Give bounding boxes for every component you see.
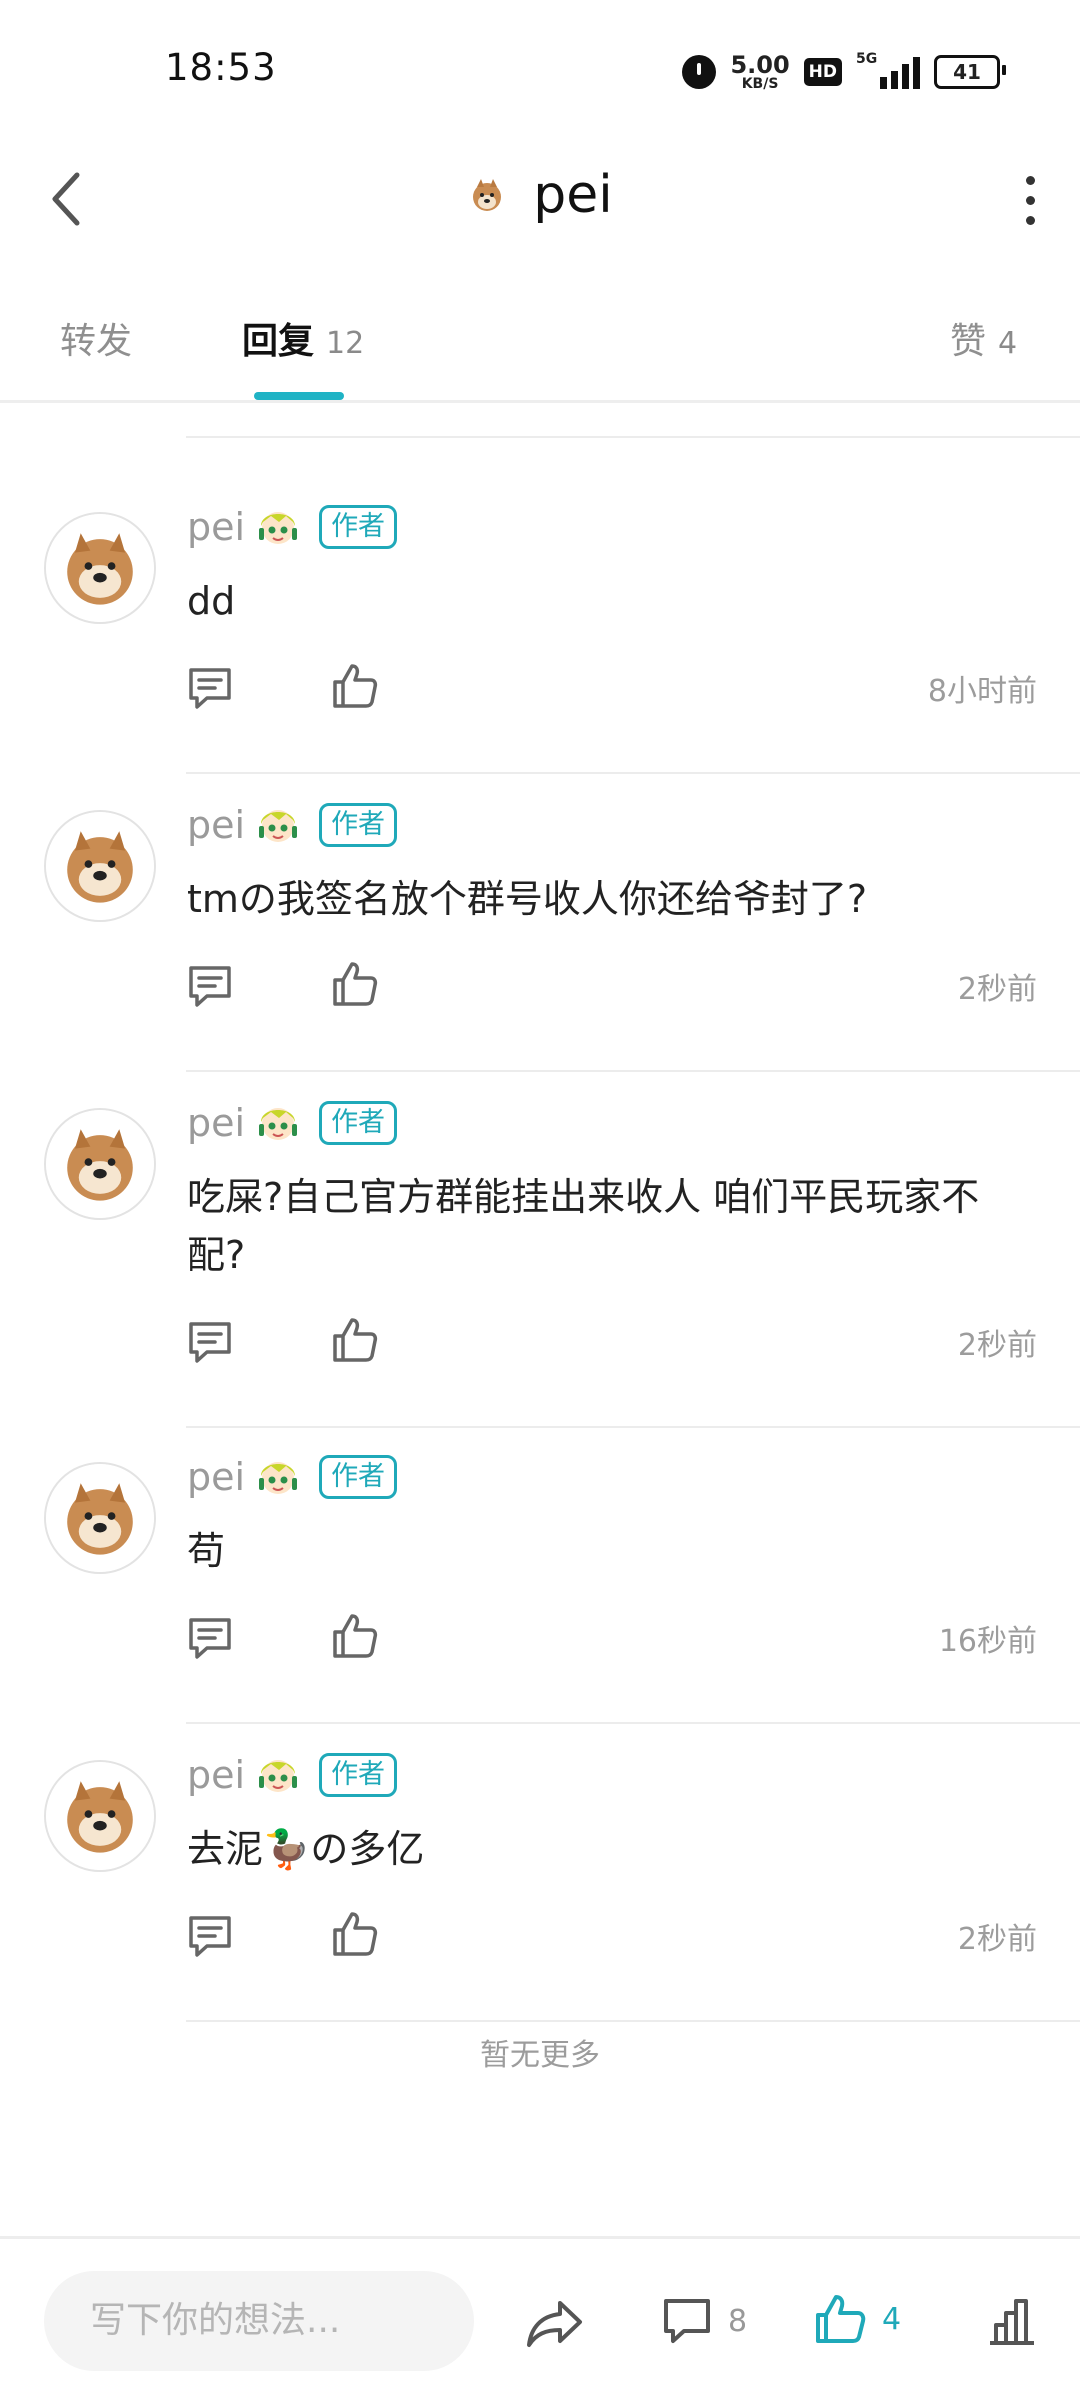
like-icon[interactable]	[331, 662, 379, 710]
divider	[186, 1070, 1080, 1072]
comment-count: 8	[728, 2303, 748, 2339]
comment-text: 吃屎?自己官方群能挂出来收人 咱们平民玩家不配?	[187, 1175, 980, 1277]
divider	[186, 436, 1080, 438]
comment-header: pei 作者	[187, 800, 398, 850]
fan-medal-icon	[253, 800, 303, 850]
comment-time: 2秒前	[957, 1328, 1037, 1363]
comment-header: pei 作者	[187, 1098, 398, 1148]
dog-avatar-icon[interactable]	[44, 1108, 156, 1220]
like-button[interactable]: 4	[812, 2291, 901, 2347]
tab-replies[interactable]: 回复 12	[242, 312, 364, 364]
divider	[186, 1722, 1080, 1724]
fan-medal-icon	[253, 1098, 303, 1148]
signal-icon: 5G	[856, 51, 920, 89]
comment-author[interactable]: pei	[187, 1753, 245, 1797]
comment-actions: 2秒前	[187, 958, 1037, 1014]
network-type: 5G	[856, 51, 878, 67]
dog-avatar-icon[interactable]	[44, 1462, 156, 1574]
tab-count: 4	[998, 326, 1018, 361]
comment-text: tmの我签名放个群号收人你还给爷封了?	[187, 877, 868, 921]
stats-icon[interactable]	[986, 2295, 1038, 2347]
comment-time: 2秒前	[957, 1922, 1037, 1957]
comment-time: 8小时前	[927, 674, 1037, 709]
comment-actions: 16秒前	[187, 1610, 1037, 1666]
top-navigation: pei	[0, 140, 1080, 260]
share-icon[interactable]	[524, 2295, 586, 2351]
author-badge: 作者	[319, 1753, 398, 1797]
like-icon[interactable]	[331, 960, 379, 1008]
reply-icon[interactable]	[187, 666, 233, 712]
more-options-button[interactable]	[1020, 170, 1040, 230]
tab-likes[interactable]: 赞4	[950, 312, 1017, 364]
bottom-action-bar: 写下你的想法... 8 4	[0, 2236, 1080, 2403]
tab-count: 12	[326, 326, 365, 361]
status-icons: 5.00 KB/S HD 5G 41	[682, 48, 1006, 96]
battery-level: 41	[953, 60, 981, 84]
comment-author[interactable]: pei	[187, 505, 245, 549]
comment-author[interactable]: pei	[187, 1101, 245, 1145]
comment-text: 去泥🦆の多亿	[187, 1827, 425, 1871]
comment-input[interactable]: 写下你的想法...	[44, 2271, 474, 2371]
status-bar: 18:53 5.00 KB/S HD 5G 41	[0, 0, 1080, 140]
reply-icon[interactable]	[187, 1616, 233, 1662]
comment-actions: 8小时前	[187, 660, 1037, 716]
divider	[186, 772, 1080, 774]
author-badge: 作者	[319, 505, 398, 549]
comment-text: 苟	[187, 1529, 226, 1573]
title-group: pei	[0, 165, 1080, 225]
tab-label: 转发	[60, 321, 133, 362]
dog-avatar-icon[interactable]	[467, 175, 508, 215]
comment-header: pei 作者	[187, 502, 398, 552]
author-badge: 作者	[319, 803, 398, 847]
like-icon[interactable]	[331, 1612, 379, 1660]
alarm-icon	[682, 55, 717, 89]
comment-author[interactable]: pei	[187, 803, 245, 847]
dog-avatar-icon[interactable]	[44, 512, 156, 624]
status-time: 18:53	[165, 46, 277, 89]
reply-icon[interactable]	[187, 964, 233, 1010]
divider	[186, 1426, 1080, 1428]
dog-avatar-icon[interactable]	[44, 1760, 156, 1872]
comment-actions: 2秒前	[187, 1908, 1037, 1964]
fan-medal-icon	[253, 1452, 303, 1502]
tab-bar: 转发 回复 12 赞4	[0, 260, 1080, 403]
tab-label: 回复	[242, 321, 315, 362]
hd-icon: HD	[803, 58, 842, 86]
reply-icon[interactable]	[187, 1914, 233, 1960]
like-count: 4	[882, 2301, 902, 2337]
comment-text: dd	[187, 579, 236, 623]
network-speed-unit: KB/S	[741, 76, 779, 92]
comment-actions: 2秒前	[187, 1314, 1037, 1370]
like-icon[interactable]	[331, 1910, 379, 1958]
comment-button[interactable]: 8	[660, 2295, 747, 2347]
thumbs-up-icon	[816, 2295, 866, 2343]
comment-header: pei 作者	[187, 1750, 398, 1800]
no-more-label: 暂无更多	[480, 2038, 600, 2073]
like-icon[interactable]	[331, 1316, 379, 1364]
comment-icon	[664, 2299, 710, 2343]
fan-medal-icon	[253, 502, 303, 552]
active-tab-indicator	[254, 392, 344, 400]
divider	[186, 2020, 1080, 2022]
tab-label: 赞	[950, 321, 987, 362]
dog-avatar-icon[interactable]	[44, 810, 156, 922]
battery-icon: 41	[934, 55, 1006, 89]
comment-header: pei 作者	[187, 1452, 398, 1502]
tab-repost[interactable]: 转发	[60, 312, 132, 364]
author-badge: 作者	[319, 1455, 398, 1499]
author-badge: 作者	[319, 1101, 398, 1145]
comment-time: 2秒前	[957, 972, 1037, 1007]
network-speed-value: 5.00	[730, 51, 790, 79]
comment-time: 16秒前	[938, 1624, 1037, 1659]
comment-author[interactable]: pei	[187, 1455, 245, 1499]
network-speed: 5.00 KB/S	[730, 53, 789, 91]
page-title: pei	[533, 165, 613, 225]
fan-medal-icon	[253, 1750, 303, 1800]
reply-icon[interactable]	[187, 1320, 233, 1366]
